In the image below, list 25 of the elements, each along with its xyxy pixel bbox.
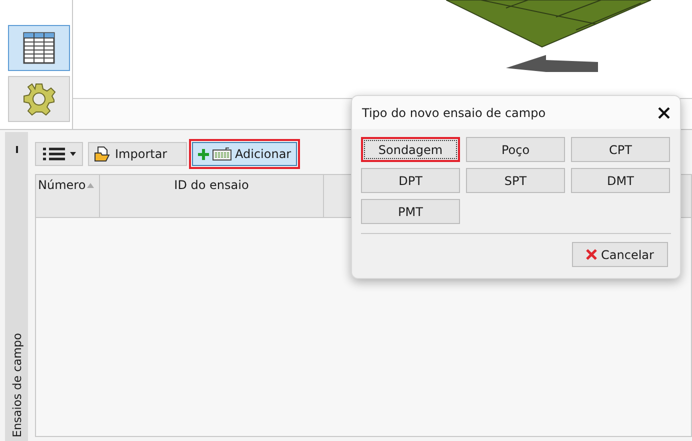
table-icon	[22, 31, 56, 65]
dialog-title: Tipo do novo ensaio de campo	[362, 106, 546, 120]
import-button[interactable]: Importar	[88, 142, 187, 166]
list-icon	[41, 147, 77, 161]
sort-arrow-icon	[86, 183, 94, 188]
column-header[interactable]: Número	[36, 175, 100, 217]
close-icon[interactable]	[658, 106, 670, 118]
option-button[interactable]: Poço	[466, 137, 565, 162]
option-button[interactable]: DMT	[571, 168, 670, 193]
plus-icon	[198, 148, 209, 160]
option-button[interactable]: Sondagem	[361, 137, 460, 162]
option-button[interactable]: DPT	[361, 168, 460, 193]
add-button[interactable]: Adicionar	[192, 142, 298, 166]
cancel-button[interactable]: Cancelar	[572, 242, 668, 267]
table-view-button[interactable]	[8, 25, 70, 71]
option-button[interactable]: PMT	[361, 199, 460, 224]
keyboard-icon	[212, 147, 232, 161]
settings-button[interactable]	[8, 76, 70, 122]
folder-icon	[94, 146, 112, 162]
option-button[interactable]: SPT	[466, 168, 565, 193]
list-menu-button[interactable]	[35, 142, 83, 166]
settings-icon	[22, 82, 56, 116]
cancel-icon	[586, 249, 598, 260]
option-button[interactable]: CPT	[571, 137, 670, 162]
column-header[interactable]: ID do ensaio	[100, 175, 324, 217]
